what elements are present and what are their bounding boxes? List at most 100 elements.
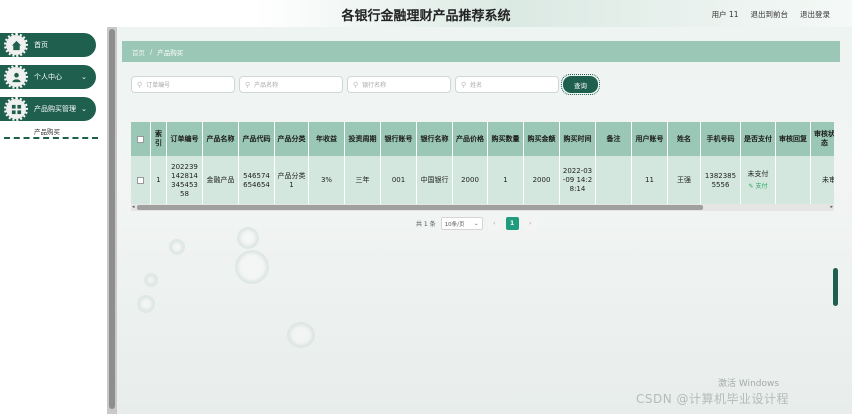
submenu-divider [4,137,98,139]
column-header: 审核状态 [811,122,834,156]
column-header: 审核回复 [776,122,811,156]
scroll-right-arrow[interactable]: ▸ [830,204,833,210]
windows-activation-watermark: 激活 Windows [718,379,780,389]
search-icon: ⚲ [353,80,359,89]
page-button-current[interactable]: 1 [505,217,519,230]
pay-link-label: 支付 [755,183,768,190]
droplet-decoration [144,273,158,287]
order-number-placeholder: 订单编号 [146,82,171,89]
sidebar-item-product-purchase-mgmt[interactable]: 产品购买管理 ⌄ [0,97,96,121]
sidebar-item-label: 产品购买管理 [34,105,76,113]
purchase-table: 索引 订单编号 产品名称 产品代码 产品分类 年收益 投资周期 银行账号 银行名… [131,122,834,212]
page-size-value: 10条/页 [444,221,465,228]
scrollbar-thumb[interactable] [109,29,115,409]
column-header: 银行账号 [381,122,417,156]
cell-purchase-time: 2022-03-09 14:28:14 [560,156,596,205]
cell-user-account: 11 [632,156,668,205]
exit-front-link[interactable]: 退出到前台 [751,9,789,20]
name-placeholder: 姓名 [470,82,483,89]
droplet-decoration [169,239,185,255]
cell-quantity: 1 [488,156,524,205]
column-header: 姓名 [668,122,701,156]
page-scrollbar-thumb[interactable] [833,268,838,306]
column-header: 购买时间 [560,122,596,156]
product-name-search-input[interactable]: ⚲ 产品名称 [239,76,343,93]
row-checkbox[interactable] [137,177,144,184]
cell-product-name: 金融产品 [203,156,239,205]
person-icon [4,65,28,89]
search-icon: ⚲ [137,80,143,89]
cell-name: 王强 [668,156,701,205]
scroll-left-arrow[interactable]: ◂ [132,204,135,210]
droplet-decoration [137,295,155,313]
column-header: 购买数量 [488,122,524,156]
chevron-down-icon: ⌄ [81,105,87,113]
csdn-watermark: CSDN @计算机毕业设计程 [636,392,790,406]
home-icon [4,33,28,57]
breadcrumb-current: 产品购买 [157,48,184,57]
query-button[interactable]: 查询 [561,74,600,95]
select-all-checkbox[interactable] [137,135,144,143]
column-header: 索引 [151,122,167,156]
search-icon: ⚲ [245,80,251,89]
sidebar-item-home[interactable]: 首页 [0,33,96,57]
column-header: 用户账号 [632,122,668,156]
column-header: 产品代码 [239,122,275,156]
droplet-decoration [235,250,269,284]
cell-review-reply [776,156,811,205]
cell-bank-account: 001 [381,156,417,205]
row-checkbox-cell[interactable] [131,156,151,205]
sidebar-subitem-product-purchase[interactable]: 产品购买 [34,126,60,136]
cell-annual-yield: 3% [309,156,345,205]
search-icon: ⚲ [461,80,467,89]
sidebar-item-label: 首页 [34,41,48,49]
pagination: 共 1 条 10条/页 ⌄ ‹ 1 › [416,217,537,230]
column-header: 年收益 [309,122,345,156]
chevron-down-icon: ⌄ [474,220,479,227]
order-number-search-input[interactable]: ⚲ 订单编号 [131,76,235,93]
column-header: 是否支付 [741,122,776,156]
breadcrumb-separator: / [150,47,153,56]
sidebar-item-personal-center[interactable]: 个人中心 ⌄ [0,65,96,89]
sidebar-item-label: 个人中心 [34,73,62,81]
prev-page-button[interactable]: ‹ [487,217,501,230]
logout-link[interactable]: 退出登录 [800,9,830,20]
cell-order-no: 202239142814345453 58 [167,156,203,205]
column-header: 银行名称 [417,122,453,156]
cell-remark [596,156,632,205]
table-row: 1 202239142814345453 58 金融产品 54657465465… [131,156,834,205]
table-header-row: 索引 订单编号 产品名称 产品代码 产品分类 年收益 投资周期 银行账号 银行名… [131,122,834,156]
name-search-input[interactable]: ⚲ 姓名 [455,76,559,93]
droplet-decoration [237,227,259,249]
cell-amount: 2000 [524,156,560,205]
cell-phone: 13823855556 [701,156,741,205]
sidebar-scrollbar[interactable] [107,27,117,414]
top-links: 用户 11 退出到前台 退出登录 [712,9,830,20]
column-header: 产品名称 [203,122,239,156]
grid-icon [4,97,28,121]
cell-bank-name: 中国银行 [417,156,453,205]
cell-index: 1 [151,156,167,205]
column-header: 手机号码 [701,122,741,156]
cell-paid-status: 未支付 ✎ 支付 [741,156,776,205]
bank-name-placeholder: 银行名称 [362,82,387,89]
column-header: 订单编号 [167,122,203,156]
pay-link[interactable]: ✎ 支付 [749,182,768,191]
bank-name-search-input[interactable]: ⚲ 银行名称 [347,76,451,93]
next-page-button[interactable]: › [523,217,537,230]
cell-review-status: 未审 [811,156,834,205]
product-name-placeholder: 产品名称 [254,82,279,89]
total-count: 共 1 条 [416,221,436,228]
column-header: 备注 [596,122,632,156]
column-header: 投资周期 [345,122,381,156]
table-horizontal-scrollbar[interactable]: ◂ ▸ [131,204,834,211]
droplet-decoration [287,322,315,348]
column-header: 产品分类 [275,122,309,156]
cell-price: 2000 [453,156,488,205]
page-size-select[interactable]: 10条/页 ⌄ [440,217,483,230]
select-all-checkbox-cell[interactable] [131,122,151,156]
cell-category: 产品分类1 [275,156,309,205]
edit-icon: ✎ [748,183,754,190]
breadcrumb-home[interactable]: 首页 [132,47,145,57]
scrollbar-thumb[interactable] [137,205,703,210]
